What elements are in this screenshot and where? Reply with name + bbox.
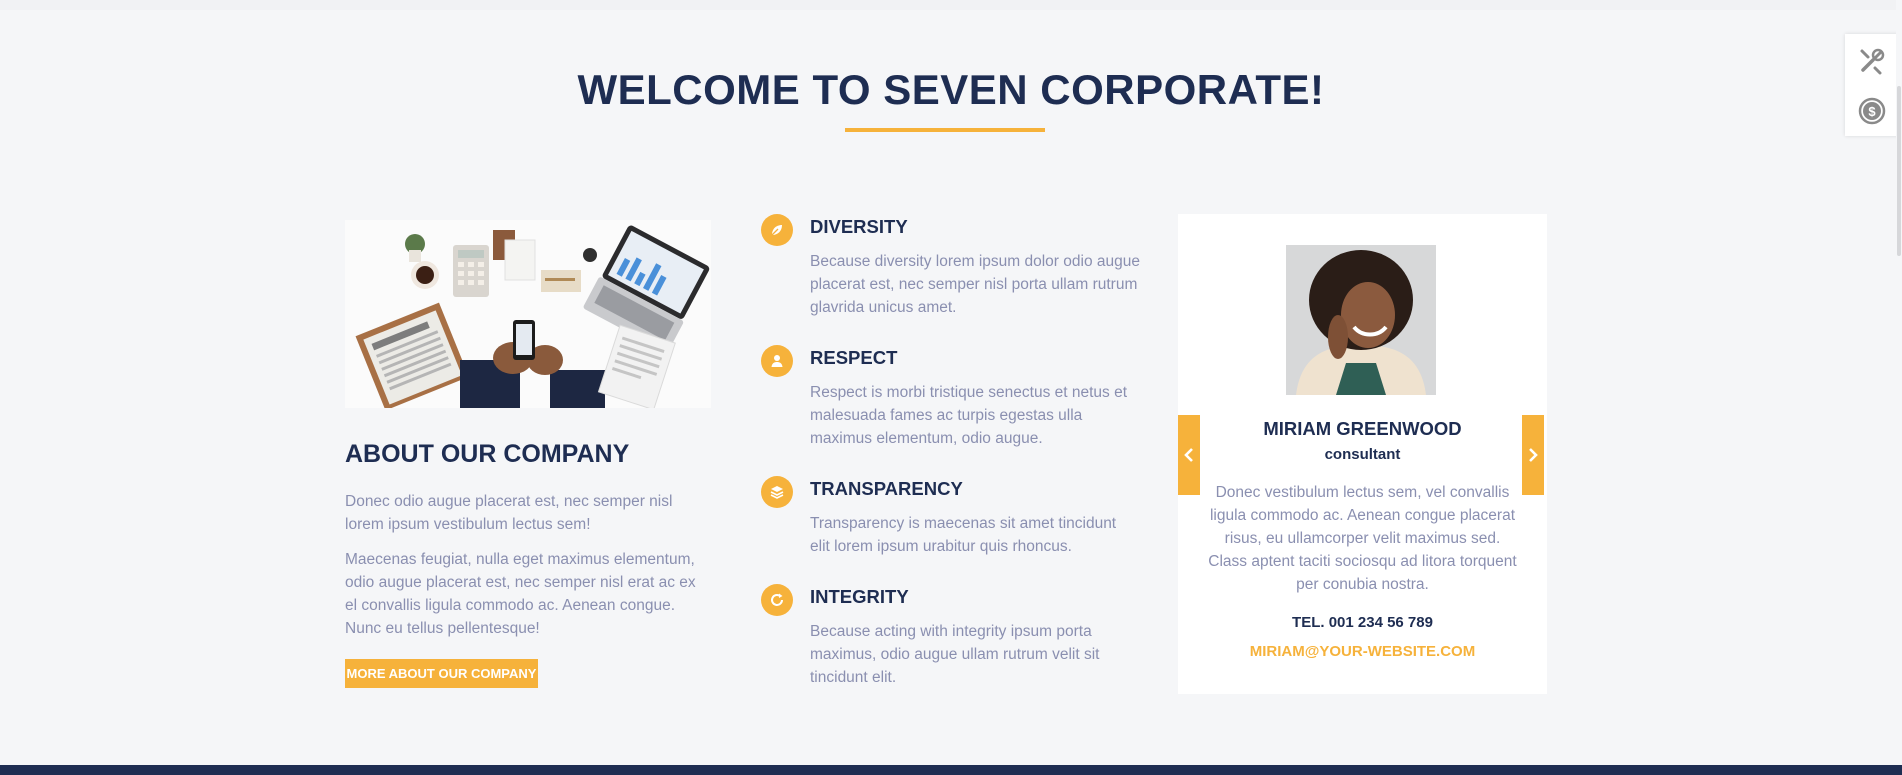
leaf-icon <box>761 214 793 246</box>
footer-band <box>0 765 1902 775</box>
business-desk-illustration <box>345 220 711 408</box>
title-underline <box>845 128 1045 132</box>
top-strip <box>0 0 1902 10</box>
about-image <box>345 220 711 408</box>
feature-text-respect: Respect is morbi tristique senectus et n… <box>810 384 1128 447</box>
tools-icon[interactable] <box>1845 36 1899 86</box>
team-member-role: consultant <box>1324 446 1401 463</box>
feature-title-diversity: DIVERSITY <box>810 216 908 237</box>
feature-text-transparency: Transparency is maecenas sit amet tincid… <box>810 515 1117 555</box>
about-title: ABOUT OUR COMPANY <box>345 440 630 468</box>
svg-text:$: $ <box>1868 104 1876 119</box>
team-member-phone: TEL. 001 234 56 789 <box>1292 614 1433 631</box>
avatar <box>1286 245 1436 395</box>
side-toolbar: $ <box>1845 34 1899 136</box>
team-member-email-link[interactable]: MIRIAM@YOUR-WEBSITE.COM <box>1178 643 1547 660</box>
feature-title-respect: RESPECT <box>810 347 898 368</box>
refresh-icon <box>761 584 793 616</box>
about-paragraph-1: Donec odio augue placerat est, nec sempe… <box>345 493 673 533</box>
feature-text-diversity: Because diversity lorem ipsum dolor odio… <box>810 253 1140 316</box>
more-about-button[interactable]: MORE ABOUT OUR COMPANY <box>345 659 538 688</box>
feature-text-integrity: Because acting with integrity ipsum port… <box>810 623 1100 686</box>
team-member-bio: Donec vestibulum lectus sem, vel convall… <box>1208 484 1517 593</box>
feature-title-integrity: INTEGRITY <box>810 586 909 607</box>
page-title: WELCOME TO SEVEN CORPORATE! <box>577 66 1325 113</box>
user-icon <box>761 345 793 377</box>
about-paragraph-2: Maecenas feugiat, nulla eget maximus ele… <box>345 551 696 637</box>
scrollbar-thumb[interactable] <box>1897 86 1901 256</box>
team-member-name: MIRIAM GREENWOOD <box>1263 418 1462 439</box>
feature-title-transparency: TRANSPARENCY <box>810 478 963 499</box>
layers-icon <box>761 476 793 508</box>
dollar-icon[interactable]: $ <box>1845 86 1899 136</box>
